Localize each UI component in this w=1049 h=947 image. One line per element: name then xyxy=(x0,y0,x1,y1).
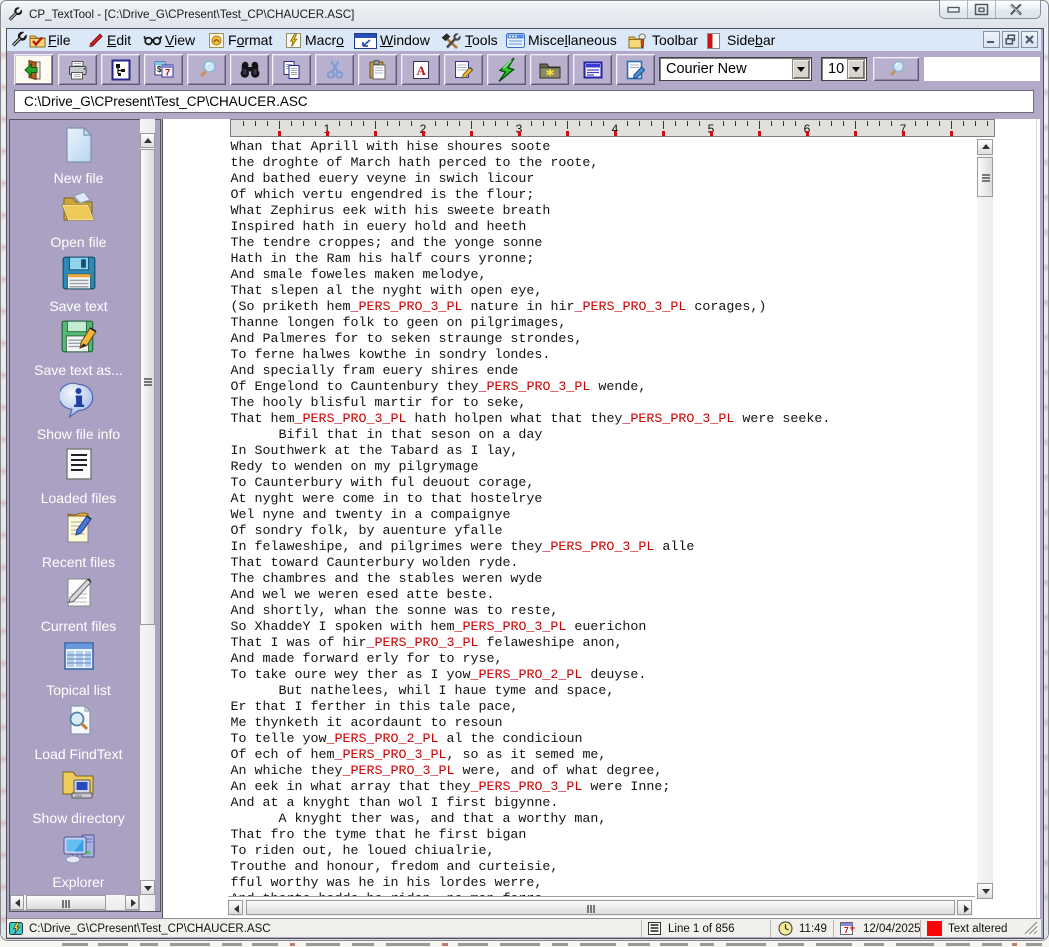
svg-text:$: $ xyxy=(157,65,162,74)
svg-text:7: 7 xyxy=(165,67,170,78)
svg-text:A: A xyxy=(416,63,426,78)
svg-text:7: 7 xyxy=(844,925,849,935)
